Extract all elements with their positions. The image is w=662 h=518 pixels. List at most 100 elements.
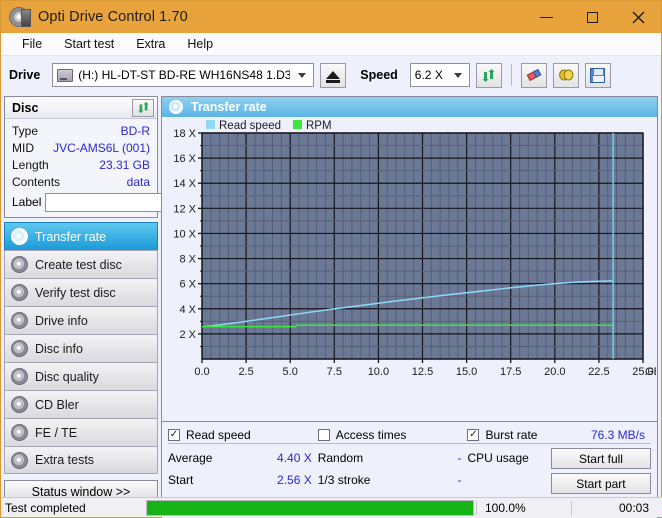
sidebar-item-label: FE / TE <box>35 425 78 440</box>
speed-label: Speed <box>360 68 398 82</box>
save-button[interactable] <box>584 62 611 88</box>
toolbar-divider <box>510 64 512 86</box>
chart-panel-header: Transfer rate <box>162 97 657 117</box>
disc-row-mid: MID JVC-AMS6L (001) <box>12 139 150 156</box>
start-part-button[interactable]: Start part <box>550 473 651 494</box>
chevron-down-icon <box>298 72 307 78</box>
stat-value: 4.40 X <box>277 451 312 465</box>
disc-icon <box>11 284 28 301</box>
sidebar-item-create-test-disc[interactable]: Create test disc <box>4 250 158 278</box>
sidebar-item-verify-test-disc[interactable]: Verify test disc <box>4 278 158 306</box>
disc-row-contents: Contents data <box>12 173 150 190</box>
disc-panel: Disc Type BD-R MID JVC-AMS6L (001) Lengt… <box>4 96 244 218</box>
sidebar-item-disc-quality[interactable]: Disc quality <box>4 362 158 390</box>
disc-label-key: Label <box>12 195 42 209</box>
progress-percent: 100.0% <box>476 500 571 515</box>
disc-row-value: 23.31 GB <box>99 157 150 172</box>
sidebar-item-label: Disc info <box>35 341 83 356</box>
sidebar-item-extra-tests[interactable]: Extra tests <box>4 446 158 474</box>
sidebar-item-label: CD Bler <box>35 397 79 412</box>
sidebar-item-label: Disc quality <box>35 369 99 384</box>
elapsed-time: 00:03 <box>571 500 662 515</box>
sidebar-item-label: Drive info <box>35 313 88 328</box>
svg-text:16 X: 16 X <box>173 153 196 165</box>
menu-item-help[interactable]: Help <box>176 35 224 53</box>
disc-row-type: Type BD-R <box>12 122 150 139</box>
burst-rate-check-line: ✓ Burst rate 76.3 MB/s <box>467 426 651 444</box>
minimize-button[interactable] <box>523 1 569 33</box>
burst-rate-checkbox[interactable]: ✓ <box>467 428 480 441</box>
refresh-icon <box>482 68 495 82</box>
menu-item-file[interactable]: File <box>11 35 53 53</box>
svg-text:10.0: 10.0 <box>368 366 389 378</box>
disc-icon <box>11 228 28 245</box>
nav-list: Transfer rate Create test disc Verify te… <box>4 222 158 474</box>
disc-icon <box>11 256 28 273</box>
left-sidebar: Disc Type BD-R MID JVC-AMS6L (001) Lengt… <box>1 94 244 518</box>
burst-rate-value: 76.3 MB/s <box>590 427 645 442</box>
menu-item-start-test[interactable]: Start test <box>53 35 125 53</box>
start-full-button[interactable]: Start full <box>550 448 651 469</box>
status-bar: Test completed 100.0% 00:03 <box>1 497 662 517</box>
disc-row-value: BD-R <box>120 123 150 138</box>
disc-row-key: MID <box>12 140 34 155</box>
access-times-check-line: Access times <box>317 426 468 444</box>
stat-average: Average 4.40 X <box>168 447 318 469</box>
stat-value: - <box>457 473 462 487</box>
stat-value: - <box>457 451 462 465</box>
window-title: Opti Drive Control 1.70 <box>38 9 188 25</box>
stat-key: Average <box>168 451 213 465</box>
maximize-button[interactable] <box>569 1 615 33</box>
disc-row-key: Type <box>12 123 39 138</box>
svg-text:GB: GB <box>645 366 656 378</box>
sidebar-item-label: Create test disc <box>35 257 122 272</box>
start-buttons: Start full Start part <box>550 448 651 494</box>
drive-select[interactable]: (H:) HL-DT-ST BD-RE WH16NS48 1.D3 <box>52 63 315 87</box>
stat-key: Start <box>168 473 194 487</box>
sidebar-item-fe-te[interactable]: FE / TE <box>4 418 158 446</box>
access-times-checkbox[interactable] <box>317 428 330 441</box>
read-speed-check-line: ✓ Read speed <box>168 426 318 444</box>
burst-rate-label: Burst rate <box>485 427 538 442</box>
erase-button[interactable] <box>520 62 547 88</box>
disc-icon <box>11 340 28 357</box>
eject-button[interactable] <box>320 62 347 88</box>
read-speed-checkbox[interactable]: ✓ <box>168 428 180 441</box>
close-button[interactable] <box>615 1 661 33</box>
refresh-button[interactable] <box>475 62 502 88</box>
maximize-icon <box>586 11 598 23</box>
disc-refresh-button[interactable] <box>132 98 154 117</box>
svg-text:15.0: 15.0 <box>456 366 477 378</box>
disc-icon <box>11 368 28 385</box>
speed-select[interactable]: 6.2 X <box>409 63 470 87</box>
coin-icon <box>558 69 574 81</box>
disc-icon <box>11 312 28 329</box>
svg-text:5.0: 5.0 <box>283 366 298 378</box>
svg-text:12 X: 12 X <box>173 203 196 215</box>
svg-text:17.5: 17.5 <box>500 366 521 378</box>
svg-text:12.5: 12.5 <box>412 366 433 378</box>
menu-item-extra[interactable]: Extra <box>125 35 176 53</box>
svg-text:RPM: RPM <box>306 120 332 132</box>
menu-bar: File Start test Extra Help <box>1 33 661 56</box>
svg-text:2 X: 2 X <box>179 329 196 341</box>
application-window: Opti Drive Control 1.70 File Start test … <box>0 0 662 518</box>
svg-text:7.5: 7.5 <box>327 366 342 378</box>
quick-tools-button[interactable] <box>552 62 579 88</box>
stat-key: Random <box>317 451 364 465</box>
disc-info-rows: Type BD-R MID JVC-AMS6L (001) Length 23.… <box>5 119 244 217</box>
sidebar-item-drive-info[interactable]: Drive info <box>4 306 158 334</box>
svg-text:4 X: 4 X <box>179 304 196 316</box>
sidebar-item-disc-info[interactable]: Disc info <box>4 334 158 362</box>
chart-panel: Transfer rate 2 X 4 X 6 X 8 X 10 X 12 X 14 X 16… <box>161 96 658 422</box>
disc-icon <box>11 424 28 441</box>
drive-select-value: (H:) HL-DT-ST BD-RE WH16NS48 1.D3 <box>78 68 291 82</box>
toolbar: Drive (H:) HL-DT-ST BD-RE WH16NS48 1.D3 … <box>1 56 661 94</box>
sidebar-item-transfer-rate[interactable]: Transfer rate <box>4 222 158 250</box>
sidebar-item-cd-bler[interactable]: CD Bler <box>4 390 158 418</box>
disc-icon <box>11 451 28 469</box>
window-controls <box>523 1 661 33</box>
disc-row-key: Length <box>12 157 49 172</box>
disc-icon <box>11 396 28 413</box>
disc-row-value: JVC-AMS6L (001) <box>53 140 150 155</box>
